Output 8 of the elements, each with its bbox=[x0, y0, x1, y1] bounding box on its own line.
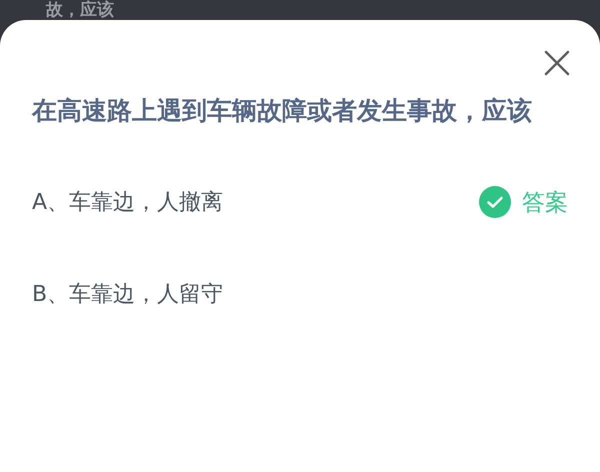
question-text: 在高速路上遇到车辆故障或者发生事故，应该 bbox=[32, 95, 532, 127]
answer-option[interactable]: B、车靠边，人留守 bbox=[32, 279, 224, 309]
close-button[interactable] bbox=[542, 48, 572, 78]
close-icon bbox=[544, 50, 570, 76]
answer-option[interactable]: A、车靠边，人撤离 bbox=[32, 187, 224, 217]
check-circle-icon bbox=[479, 186, 511, 218]
background-question-text: 故，应该 bbox=[44, 0, 115, 20]
answer-label: 答案 bbox=[522, 188, 568, 218]
